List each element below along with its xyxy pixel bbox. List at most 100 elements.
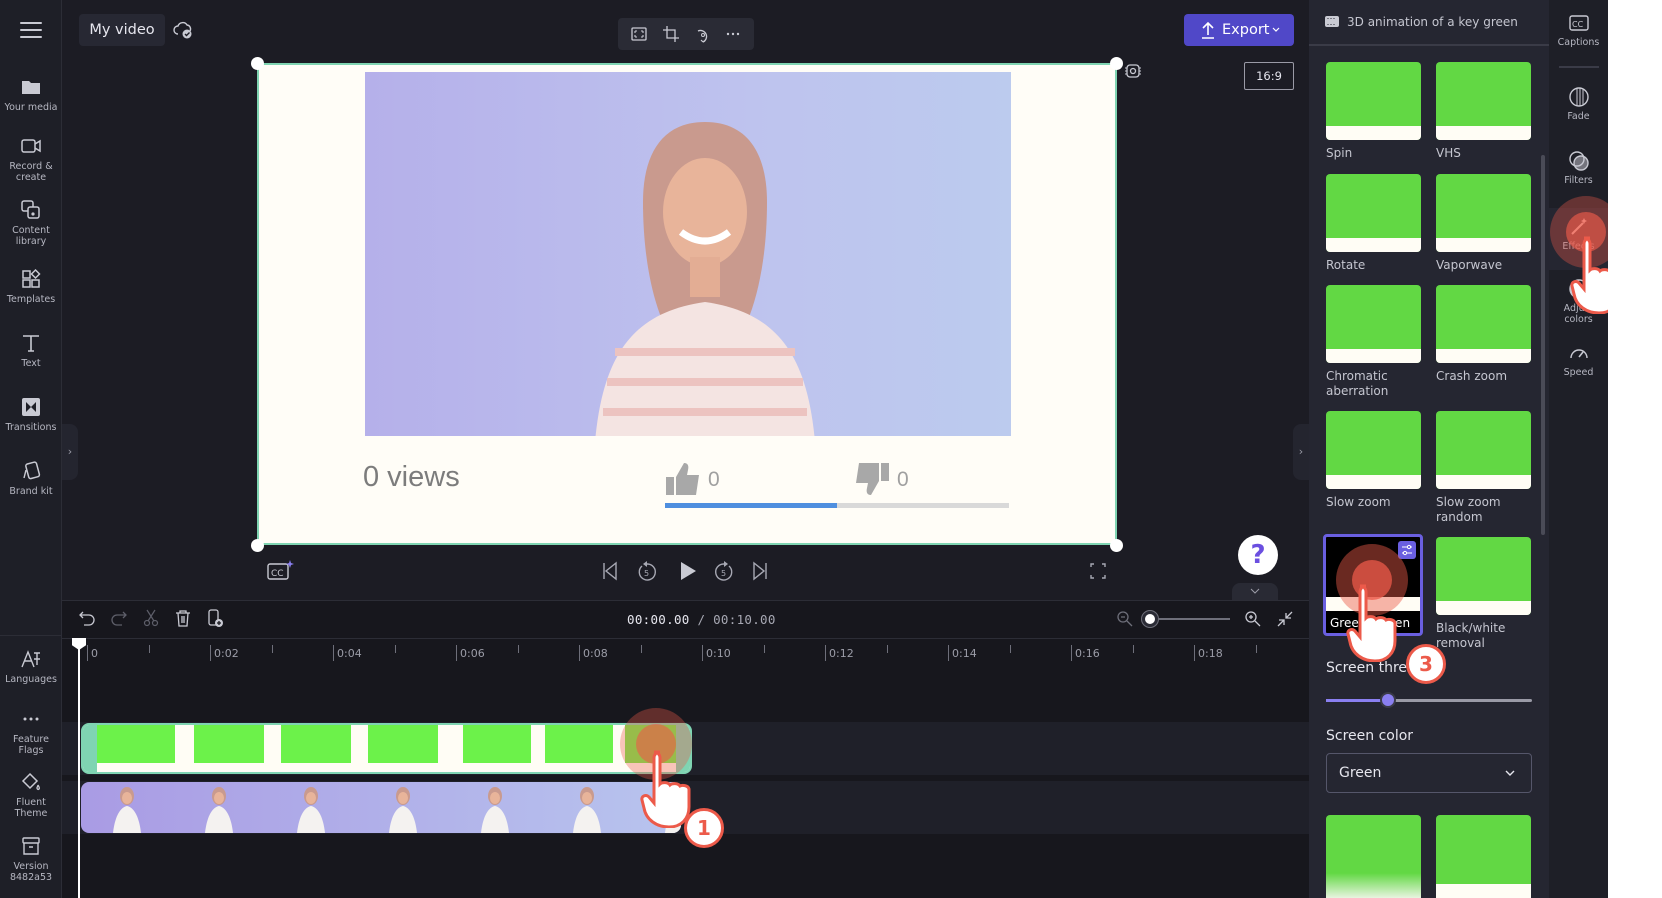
woman-video-clip[interactable] [81, 782, 681, 833]
nav-feature-flags[interactable]: Feature Flags [0, 708, 62, 756]
nav-version[interactable]: Version 8482a53 [0, 835, 62, 883]
nav-languages[interactable]: Languages [0, 648, 62, 685]
effect-tile-black-white-removal[interactable] [1436, 537, 1531, 615]
nav-record-create[interactable]: Record & create [0, 135, 62, 183]
settings-icon[interactable] [1124, 62, 1142, 80]
help-button[interactable]: ? [1238, 535, 1278, 575]
nav-fluent-theme[interactable]: Fluent Theme [0, 771, 62, 819]
rewind-5s-icon[interactable]: 5 [636, 560, 658, 582]
woman-image [595, 122, 815, 436]
effect-tile-chromatic-aberration[interactable] [1326, 285, 1421, 363]
fit-timeline-icon[interactable] [1276, 610, 1294, 628]
nav-transitions[interactable]: Transitions [0, 396, 62, 433]
expand-right-panel-button[interactable]: › [1293, 424, 1309, 480]
fullscreen-icon[interactable] [1089, 560, 1107, 582]
ruler-label: 0:16 [1075, 647, 1100, 660]
zoom-in-icon[interactable] [1244, 610, 1262, 628]
tile-strip [1436, 238, 1531, 252]
screen-color-select[interactable]: Green [1326, 753, 1532, 793]
more-options-icon[interactable] [724, 25, 742, 43]
undo-icon[interactable] [78, 609, 96, 627]
nav-content-library[interactable]: Content library [0, 199, 62, 247]
nav-your-media[interactable]: Your media [0, 76, 62, 113]
auto-captions-icon[interactable]: CC [266, 558, 296, 582]
preview-toolbar [618, 18, 754, 50]
adjust-settings-icon[interactable] [1398, 541, 1416, 559]
effect-tile-more[interactable] [1326, 815, 1421, 898]
camera-icon [21, 139, 41, 153]
fit-icon[interactable] [630, 25, 648, 43]
effects-scrollbar[interactable] [1541, 155, 1545, 535]
page-margin [1608, 0, 1662, 898]
clip-thumbnail [545, 725, 613, 763]
total-time: / 00:10.00 [697, 612, 776, 627]
ruler-minor-tick [1009, 645, 1011, 653]
play-icon[interactable] [678, 560, 698, 582]
resize-handle-top-right[interactable] [1110, 57, 1123, 70]
timeline-zoom-slider[interactable] [1142, 611, 1230, 627]
effect-label: Slow zoom [1326, 495, 1391, 509]
playhead[interactable] [78, 638, 80, 898]
add-media-icon[interactable] [206, 609, 224, 627]
effect-label: VHS [1436, 146, 1461, 160]
split-scissors-icon[interactable] [142, 609, 160, 627]
resize-handle-bottom-left[interactable] [251, 539, 264, 552]
languages-icon [21, 650, 40, 668]
skip-to-start-icon[interactable] [601, 560, 619, 582]
threshold-thumb[interactable] [1379, 692, 1396, 708]
effect-tile-crash-zoom[interactable] [1436, 285, 1531, 363]
timeline-zoom-thumb[interactable] [1142, 611, 1158, 627]
effect-tile-spin[interactable] [1326, 62, 1421, 140]
video-preview-canvas[interactable]: 0 views 0 0 [257, 63, 1117, 545]
nav-templates[interactable]: Templates [0, 268, 62, 305]
tool-captions[interactable]: CC Captions [1549, 12, 1608, 48]
rotate-icon[interactable] [694, 25, 712, 43]
nav-label: Text [21, 358, 41, 369]
nav-text[interactable]: Text [0, 332, 62, 369]
expand-left-panel-button[interactable]: › [62, 424, 78, 480]
zoom-out-icon[interactable] [1116, 610, 1134, 628]
clipchamp-editor: Your media Record & create Content libra… [0, 0, 1656, 898]
redo-icon[interactable] [110, 609, 128, 627]
crop-icon[interactable] [662, 25, 680, 43]
tile-strip [1436, 126, 1531, 140]
green-screen-clip[interactable] [81, 723, 692, 774]
effect-tile-slow-zoom-random[interactable] [1436, 411, 1531, 489]
export-button[interactable]: Export [1184, 14, 1294, 46]
delete-icon[interactable] [174, 609, 192, 627]
clip-trim-handle-left[interactable] [83, 725, 97, 772]
svg-text:5: 5 [721, 569, 726, 578]
effect-tile-rotate[interactable] [1326, 174, 1421, 252]
hamburger-menu-icon[interactable] [20, 22, 42, 38]
effect-tile-vhs[interactable] [1436, 62, 1531, 140]
tile-strip [1436, 349, 1531, 363]
ruler-tick [456, 645, 457, 661]
nav-brand-kit[interactable]: Brand kit [0, 460, 62, 497]
effect-label: Spin [1326, 146, 1353, 160]
svg-text:CC: CC [1572, 20, 1584, 29]
clip-thumbnail [194, 725, 264, 763]
cloud-saved-icon [173, 21, 192, 39]
ruler-minor-tick [1255, 645, 1257, 653]
like-ratio-fill [665, 503, 837, 508]
effect-tile-more[interactable] [1436, 815, 1531, 898]
clip-thumbnail [297, 787, 325, 833]
effect-tile-slow-zoom[interactable] [1326, 411, 1421, 489]
tool-filters[interactable]: Filters [1549, 150, 1608, 186]
aspect-ratio-button[interactable]: 16:9 [1244, 62, 1294, 90]
project-title[interactable]: My video [79, 14, 165, 46]
forward-5s-icon[interactable]: 5 [713, 560, 735, 582]
resize-handle-top-left[interactable] [251, 57, 264, 70]
effect-tile-vaporwave[interactable] [1436, 174, 1531, 252]
tool-fade[interactable]: Fade [1549, 86, 1608, 122]
ruler-minor-tick [886, 645, 888, 653]
more-icon [23, 717, 39, 721]
threshold-slider[interactable] [1326, 692, 1532, 708]
ruler-minor-tick [271, 645, 273, 653]
tool-speed[interactable]: Speed [1549, 342, 1608, 378]
skip-to-end-icon[interactable] [751, 560, 769, 582]
resize-handle-bottom-right[interactable] [1110, 539, 1123, 552]
collapse-preview-tab[interactable] [1232, 583, 1278, 601]
timeline-ruler[interactable]: 0 0:02 0:04 0:06 0:08 0:10 0:12 0:14 0:16 0:18 [62, 638, 1309, 666]
film-icon [1325, 16, 1339, 27]
